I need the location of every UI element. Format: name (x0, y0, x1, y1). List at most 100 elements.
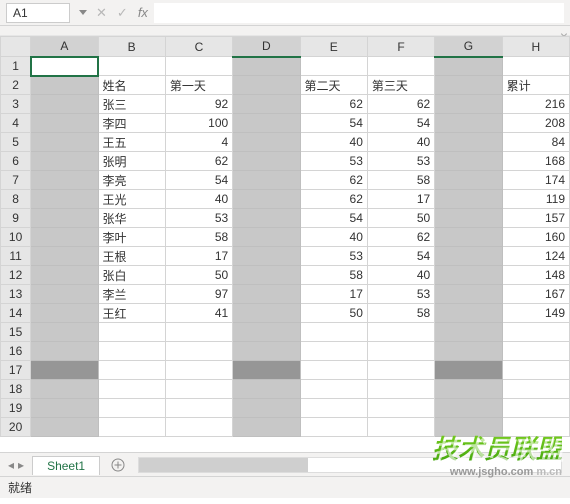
cell-H4[interactable]: 208 (502, 114, 569, 133)
row-header-5[interactable]: 5 (1, 133, 31, 152)
cell-C6[interactable]: 62 (165, 152, 232, 171)
column-header-E[interactable]: E (300, 37, 367, 57)
row-header-10[interactable]: 10 (1, 228, 31, 247)
row-header-7[interactable]: 7 (1, 171, 31, 190)
cell-G8[interactable] (435, 190, 502, 209)
cell-D15[interactable] (233, 323, 300, 342)
cell-B3[interactable]: 张三 (98, 95, 165, 114)
cell-A4[interactable] (31, 114, 98, 133)
row-header-2[interactable]: 2 (1, 76, 31, 95)
cell-B2[interactable]: 姓名 (98, 76, 165, 95)
horizontal-scrollbar[interactable] (138, 457, 562, 473)
cell-E17[interactable] (300, 361, 367, 380)
cell-E13[interactable]: 17 (300, 285, 367, 304)
cell-G14[interactable] (435, 304, 502, 323)
cell-G7[interactable] (435, 171, 502, 190)
cell-E11[interactable]: 53 (300, 247, 367, 266)
cell-F7[interactable]: 58 (367, 171, 434, 190)
cell-F1[interactable] (367, 57, 434, 76)
cell-G1[interactable] (435, 57, 502, 76)
cell-C1[interactable] (165, 57, 232, 76)
row-header-3[interactable]: 3 (1, 95, 31, 114)
cell-F9[interactable]: 50 (367, 209, 434, 228)
sheet-tab[interactable]: Sheet1 (32, 456, 100, 475)
cell-G4[interactable] (435, 114, 502, 133)
cell-H20[interactable] (502, 418, 569, 437)
cell-D19[interactable] (233, 399, 300, 418)
column-header-H[interactable]: H (502, 37, 569, 57)
cell-B19[interactable] (98, 399, 165, 418)
cell-D16[interactable] (233, 342, 300, 361)
cell-H13[interactable]: 167 (502, 285, 569, 304)
cell-D8[interactable] (233, 190, 300, 209)
cell-F16[interactable] (367, 342, 434, 361)
cell-E3[interactable]: 62 (300, 95, 367, 114)
cell-H7[interactable]: 174 (502, 171, 569, 190)
fx-icon[interactable]: fx (138, 5, 148, 20)
cell-E16[interactable] (300, 342, 367, 361)
cell-D3[interactable] (233, 95, 300, 114)
row-header-11[interactable]: 11 (1, 247, 31, 266)
cell-B12[interactable]: 张白 (98, 266, 165, 285)
cell-A15[interactable] (31, 323, 98, 342)
cell-G16[interactable] (435, 342, 502, 361)
column-header-B[interactable]: B (98, 37, 165, 57)
cell-H3[interactable]: 216 (502, 95, 569, 114)
formula-input[interactable] (154, 3, 564, 23)
cell-F2[interactable]: 第三天 (367, 76, 434, 95)
cell-H18[interactable] (502, 380, 569, 399)
cell-C8[interactable]: 40 (165, 190, 232, 209)
cell-E18[interactable] (300, 380, 367, 399)
cell-H16[interactable] (502, 342, 569, 361)
cell-H9[interactable]: 157 (502, 209, 569, 228)
cell-B18[interactable] (98, 380, 165, 399)
add-sheet-button[interactable] (106, 455, 130, 475)
cell-A17[interactable] (31, 361, 98, 380)
cell-D7[interactable] (233, 171, 300, 190)
cell-C10[interactable]: 58 (165, 228, 232, 247)
row-header-1[interactable]: 1 (1, 57, 31, 76)
cell-H15[interactable] (502, 323, 569, 342)
cell-C18[interactable] (165, 380, 232, 399)
cell-A8[interactable] (31, 190, 98, 209)
select-all-corner[interactable] (1, 37, 31, 57)
cell-F8[interactable]: 17 (367, 190, 434, 209)
cell-C15[interactable] (165, 323, 232, 342)
cell-A7[interactable] (31, 171, 98, 190)
cell-H8[interactable]: 119 (502, 190, 569, 209)
cell-F13[interactable]: 53 (367, 285, 434, 304)
name-box[interactable]: A1 (6, 3, 70, 23)
cell-A16[interactable] (31, 342, 98, 361)
row-header-14[interactable]: 14 (1, 304, 31, 323)
cell-E5[interactable]: 40 (300, 133, 367, 152)
row-header-18[interactable]: 18 (1, 380, 31, 399)
cell-G13[interactable] (435, 285, 502, 304)
cell-H5[interactable]: 84 (502, 133, 569, 152)
cell-D10[interactable] (233, 228, 300, 247)
cell-B13[interactable]: 李兰 (98, 285, 165, 304)
cell-F10[interactable]: 62 (367, 228, 434, 247)
cell-F15[interactable] (367, 323, 434, 342)
cell-B5[interactable]: 王五 (98, 133, 165, 152)
cell-C17[interactable] (165, 361, 232, 380)
cell-A9[interactable] (31, 209, 98, 228)
spreadsheet-grid[interactable]: ABCDEFGH12姓名第一天第二天第三天累计3张三9262622164李四10… (0, 36, 570, 452)
cell-F14[interactable]: 58 (367, 304, 434, 323)
cell-A12[interactable] (31, 266, 98, 285)
horizontal-scrollbar-thumb[interactable] (139, 458, 308, 472)
cell-A20[interactable] (31, 418, 98, 437)
cell-E19[interactable] (300, 399, 367, 418)
cell-G11[interactable] (435, 247, 502, 266)
cell-B11[interactable]: 王根 (98, 247, 165, 266)
cell-C7[interactable]: 54 (165, 171, 232, 190)
cell-C3[interactable]: 92 (165, 95, 232, 114)
cell-F11[interactable]: 54 (367, 247, 434, 266)
cell-F12[interactable]: 40 (367, 266, 434, 285)
cell-H6[interactable]: 168 (502, 152, 569, 171)
column-header-A[interactable]: A (31, 37, 98, 57)
cell-F20[interactable] (367, 418, 434, 437)
cell-A14[interactable] (31, 304, 98, 323)
cell-C12[interactable]: 50 (165, 266, 232, 285)
cell-H12[interactable]: 148 (502, 266, 569, 285)
row-header-13[interactable]: 13 (1, 285, 31, 304)
